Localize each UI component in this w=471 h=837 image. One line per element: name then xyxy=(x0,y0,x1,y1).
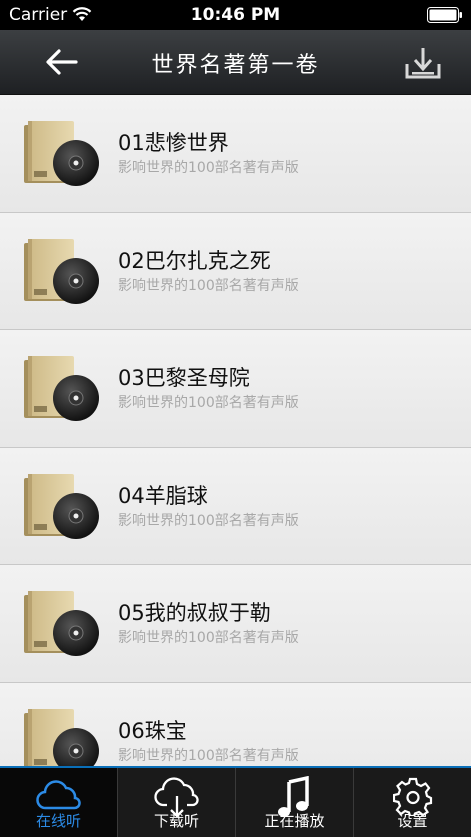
tab-now-playing[interactable]: 正在播放 xyxy=(236,768,354,837)
list-item[interactable]: 05我的叔叔于勒 影响世界的100部名著有声版 xyxy=(0,565,471,683)
item-title: 04羊脂球 xyxy=(118,483,208,508)
book-list: 01悲惨世界 影响世界的100部名著有声版 02巴尔扎克之死 影响世界的100部… xyxy=(0,95,471,766)
audiobook-cover-icon xyxy=(22,354,102,426)
nav-bar: 世界名著第一卷 xyxy=(0,30,471,95)
audiobook-cover-icon xyxy=(22,589,102,661)
item-subtitle: 影响世界的100部名著有声版 xyxy=(118,160,299,176)
item-title: 06珠宝 xyxy=(118,718,187,743)
item-title: 02巴尔扎克之死 xyxy=(118,248,271,273)
tab-bar: 在线听 下载听 正在播放 设置 xyxy=(0,766,471,837)
tab-online-listen[interactable]: 在线听 xyxy=(0,768,118,837)
item-title: 01悲惨世界 xyxy=(118,131,229,155)
clock: 10:46 PM xyxy=(190,5,281,25)
tab-label: 设置 xyxy=(397,812,428,830)
list-item[interactable]: 02巴尔扎克之死 影响世界的100部名著有声版 xyxy=(0,212,471,330)
battery-icon xyxy=(427,7,462,23)
tab-label: 下载听 xyxy=(153,812,199,830)
audiobook-cover-icon xyxy=(22,237,102,309)
download-icon[interactable] xyxy=(404,44,442,82)
item-subtitle: 影响世界的100部名著有声版 xyxy=(118,512,299,529)
list-item[interactable]: 04羊脂球 影响世界的100部名著有声版 xyxy=(0,447,471,565)
audiobook-cover-icon xyxy=(22,119,102,191)
tab-download-listen[interactable]: 下载听 xyxy=(118,768,236,837)
audiobook-cover-icon xyxy=(22,472,102,544)
item-title: 05我的叔叔于勒 xyxy=(118,601,271,625)
page-title: 世界名著第一卷 xyxy=(151,53,320,78)
tab-label: 正在播放 xyxy=(264,812,325,830)
tab-label: 在线听 xyxy=(35,812,81,830)
tab-settings[interactable]: 设置 xyxy=(354,768,471,837)
item-title: 03巴黎圣母院 xyxy=(118,366,250,390)
list-item[interactable]: 06珠宝 影响世界的100部名著有声版 xyxy=(0,682,471,766)
item-subtitle: 影响世界的100部名著有声版 xyxy=(118,747,299,764)
item-subtitle: 影响世界的100部名著有声版 xyxy=(118,630,299,646)
item-subtitle: 影响世界的100部名著有声版 xyxy=(118,395,299,411)
list-item[interactable]: 03巴黎圣母院 影响世界的100部名著有声版 xyxy=(0,330,471,448)
status-bar: Carrier 10:46 PM xyxy=(0,0,471,30)
item-subtitle: 影响世界的100部名著有声版 xyxy=(118,277,299,294)
audiobook-cover-icon xyxy=(22,707,102,766)
list-item[interactable]: 01悲惨世界 影响世界的100部名著有声版 xyxy=(0,95,471,213)
